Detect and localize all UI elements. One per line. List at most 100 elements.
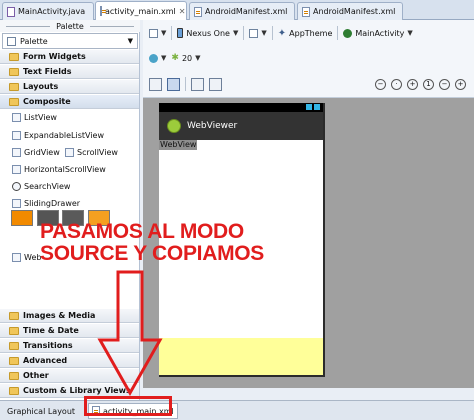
palette-icon bbox=[7, 36, 16, 46]
category-label: Transitions bbox=[23, 341, 73, 350]
palette-dropdown[interactable]: Palette ▼ bbox=[2, 33, 138, 49]
palette-title: Palette bbox=[0, 20, 140, 32]
star-icon: ✦ bbox=[277, 27, 287, 39]
category-images-media[interactable]: Images & Media bbox=[0, 309, 139, 323]
zoom-in-icon[interactable]: + bbox=[407, 78, 418, 90]
tab-label: Graphical Layout bbox=[7, 406, 76, 416]
category-label: Custom & Library Views bbox=[23, 386, 131, 395]
locale-dropdown[interactable]: ▼ bbox=[149, 53, 166, 63]
editor-tab-bar: MainActivity.java activity_main.xml ✕ An… bbox=[0, 0, 474, 20]
palette-item-listview[interactable]: ListView bbox=[12, 113, 57, 122]
palette-item-horizontalscrollview[interactable]: HorizontalScrollView bbox=[12, 165, 106, 174]
zoom-out-icon[interactable]: − bbox=[375, 78, 386, 90]
palette-item-searchview[interactable]: SearchView bbox=[12, 182, 70, 191]
android-app-icon bbox=[167, 119, 181, 133]
folder-icon bbox=[9, 82, 19, 91]
tab-host-preview[interactable] bbox=[11, 210, 33, 226]
android-icon: ✱ bbox=[171, 53, 179, 63]
toolbar-separator bbox=[243, 26, 245, 40]
tab-androidmanifest-xml-2[interactable]: AndroidManifest.xml bbox=[297, 2, 403, 20]
folder-icon bbox=[9, 52, 19, 61]
toolbar-separator bbox=[185, 77, 186, 91]
xml-file-icon bbox=[194, 6, 202, 17]
category-advanced[interactable]: Advanced bbox=[0, 354, 139, 368]
category-label: Other bbox=[23, 371, 49, 380]
api-level-dropdown[interactable]: ✱ 20 ▼ bbox=[171, 53, 200, 63]
category-form-widgets[interactable]: Form Widgets bbox=[0, 50, 139, 64]
item-label: SlidingDrawer bbox=[24, 199, 81, 208]
battery-icon bbox=[314, 104, 320, 110]
chevron-down-icon: ▼ bbox=[195, 54, 201, 62]
device-label: Nexus One bbox=[186, 28, 230, 38]
palette-item-gridview[interactable]: GridView bbox=[12, 148, 60, 157]
palette-item-scrollview[interactable]: ScrollView bbox=[65, 148, 118, 157]
theme-dropdown[interactable]: ✦ AppTheme bbox=[278, 28, 333, 39]
item-label: SearchView bbox=[24, 182, 71, 191]
category-label: Layouts bbox=[23, 82, 59, 91]
folder-icon bbox=[9, 371, 19, 380]
theme-label: AppTheme bbox=[289, 28, 333, 38]
status-bar bbox=[159, 103, 323, 112]
annotation-line-2: SOURCE Y COPIAMOS bbox=[40, 242, 265, 265]
tab-androidmanifest-xml[interactable]: AndroidManifest.xml bbox=[189, 2, 295, 20]
item-label: Web bbox=[24, 253, 42, 262]
zoom-real-icon[interactable]: 1 bbox=[423, 78, 434, 90]
folder-icon bbox=[9, 386, 19, 395]
fill-height-button[interactable] bbox=[209, 77, 222, 91]
layout-view-button[interactable] bbox=[149, 77, 162, 91]
category-time-date[interactable]: Time & Date bbox=[0, 324, 139, 338]
webview-widget-label[interactable]: WebView bbox=[159, 140, 198, 150]
listview-icon bbox=[12, 113, 21, 122]
item-label: ListView bbox=[24, 113, 57, 122]
palette-panel: Palette Palette ▼ Form Widgets Text Fiel… bbox=[0, 20, 140, 400]
status-icons bbox=[306, 104, 320, 110]
activity-icon bbox=[343, 28, 353, 38]
close-icon[interactable]: ✕ bbox=[179, 7, 186, 16]
device-dropdown[interactable]: Nexus One ▼ bbox=[177, 28, 238, 38]
category-other[interactable]: Other bbox=[0, 369, 139, 383]
category-text-fields[interactable]: Text Fields bbox=[0, 65, 139, 79]
item-label: ExpandableListView bbox=[24, 131, 105, 140]
chevron-down-icon: ▼ bbox=[161, 29, 167, 37]
webview-icon bbox=[12, 253, 21, 262]
folder-icon bbox=[9, 356, 19, 365]
category-label: Form Widgets bbox=[23, 52, 86, 61]
toolbar-row-view: − · + 1 − + bbox=[143, 74, 474, 94]
item-label: ScrollView bbox=[77, 148, 118, 157]
java-file-icon bbox=[7, 6, 15, 17]
palette-item-slidingdrawer[interactable]: SlidingDrawer bbox=[12, 199, 80, 208]
zoom-minus-icon[interactable]: − bbox=[439, 78, 450, 90]
tab-graphical-layout[interactable]: Graphical Layout bbox=[4, 403, 78, 419]
globe-icon bbox=[149, 53, 158, 63]
palette-item-expandablelistview[interactable]: ExpandableListView bbox=[12, 131, 104, 140]
chevron-down-icon: ▼ bbox=[127, 37, 133, 45]
activity-label: MainActivity bbox=[355, 28, 405, 38]
phone-icon bbox=[177, 28, 184, 38]
item-label: HorizontalScrollView bbox=[24, 165, 106, 174]
file-config-icon bbox=[149, 28, 158, 38]
category-composite[interactable]: Composite bbox=[0, 95, 139, 109]
orientation-dropdown[interactable]: ▼ bbox=[249, 28, 267, 38]
config-file-button[interactable]: ▼ bbox=[149, 28, 167, 38]
toolbar-row-locale: ▼ ✱ 20 ▼ bbox=[143, 48, 474, 68]
toolbar-separator bbox=[171, 26, 173, 40]
zoom-fit-icon[interactable]: · bbox=[391, 78, 402, 90]
folder-open-icon bbox=[9, 97, 19, 106]
fill-width-button[interactable] bbox=[191, 77, 204, 91]
webview-highlight-area bbox=[159, 338, 323, 375]
tab-label: MainActivity.java bbox=[18, 7, 86, 16]
tab-label: AndroidManifest.xml bbox=[205, 7, 288, 16]
scrollview-icon bbox=[65, 148, 74, 157]
layout-view-active-button[interactable] bbox=[167, 77, 180, 91]
category-layouts[interactable]: Layouts bbox=[0, 80, 139, 94]
toolbar-separator bbox=[337, 26, 339, 40]
palette-item-webview[interactable]: Web bbox=[12, 253, 41, 262]
annotation-highlight-box bbox=[84, 396, 172, 416]
tab-activity-main-xml[interactable]: activity_main.xml ✕ bbox=[95, 1, 187, 20]
tab-mainactivity-java[interactable]: MainActivity.java bbox=[2, 2, 94, 20]
zoom-plus-icon[interactable]: + bbox=[455, 78, 466, 90]
bottom-tab-bar: Graphical Layout activity_main.xml bbox=[0, 400, 474, 420]
activity-dropdown[interactable]: MainActivity ▼ bbox=[343, 28, 413, 38]
category-transitions[interactable]: Transitions bbox=[0, 339, 139, 353]
item-label: GridView bbox=[24, 148, 60, 157]
